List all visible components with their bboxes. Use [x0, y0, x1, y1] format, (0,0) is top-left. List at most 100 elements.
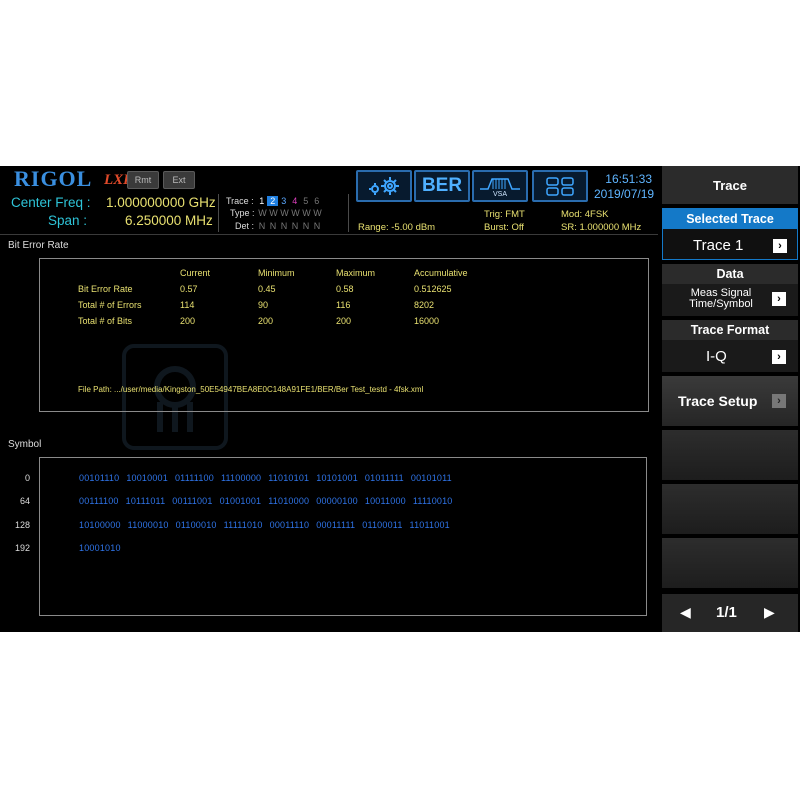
symbol-group: 01100010 [175, 520, 217, 530]
col-accumulative: Accumulative [414, 268, 468, 278]
symbol-group: 11100000 [220, 473, 262, 483]
trace-setup-softkey[interactable]: Trace Setup › [662, 376, 798, 426]
symbol-row: 00111100 10111011 00111001 01001001 11010000… [79, 496, 460, 506]
type-label: Type : [230, 208, 255, 218]
selected-trace-label: Selected Trace [663, 209, 797, 229]
page-nav: ◀ 1/1 ▶ [662, 594, 798, 632]
symbol-group: 00000100 [316, 496, 358, 506]
trace-6[interactable]: 6 [311, 196, 322, 206]
symbol-row: 10001010 [79, 543, 128, 553]
center-freq-label: Center Freq : [11, 195, 91, 210]
empty-softkey[interactable] [662, 484, 798, 534]
vsa-label: VSA [492, 190, 507, 198]
menu-title-label: Trace [713, 177, 747, 193]
trace-label: Trace : [226, 196, 254, 206]
vsa-mode-button[interactable]: VSA [472, 170, 528, 202]
type-row: Type : WWWWWW [230, 208, 323, 218]
header-bottom-line [0, 234, 658, 235]
clock-time: 16:51:33 [605, 172, 652, 186]
det-value: N [258, 221, 266, 231]
table-cell: 16000 [414, 316, 440, 326]
selected-trace-softkey[interactable]: Selected Trace Trace 1 › [662, 208, 798, 260]
range-readout: Range: -5.00 dBm [358, 222, 436, 233]
chevron-right-icon[interactable]: ▶ [764, 604, 775, 621]
symbol-address: 128 [14, 520, 30, 530]
lxi-logo: LXI [104, 172, 130, 188]
trace-setup-label: Trace Setup [678, 393, 758, 409]
row-label: Total # of Bits [78, 316, 133, 326]
symbol-group: 01011111 [364, 473, 404, 483]
symbol-address: 64 [19, 496, 30, 506]
symbol-group: 00111001 [172, 496, 213, 506]
symbol-group: 10111011 [125, 496, 166, 506]
layout-button[interactable] [532, 170, 588, 202]
symbol-group: 10101001 [316, 473, 358, 483]
symbol-group: 01100011 [362, 520, 403, 530]
trace-1[interactable]: 1 [256, 196, 267, 206]
symbol-panel-title: Symbol [8, 439, 42, 450]
chevron-right-icon: › [772, 292, 786, 306]
symbol-row: 00101110 10010001 01111100 11100000 11010101… [79, 473, 459, 483]
gear-icon [369, 177, 399, 195]
col-minimum: Minimum [258, 268, 295, 278]
symbol-group: 11111010 [223, 520, 263, 530]
symbol-group: 11011001 [409, 520, 450, 530]
analyzer-screen: RIGOL LXI Rmt Ext Center Freq : 1.000000… [0, 166, 800, 632]
file-path: File Path: .../user/media/Kingston_50E54… [78, 385, 424, 394]
col-maximum: Maximum [336, 268, 376, 278]
settings-button[interactable] [356, 170, 412, 202]
trigger-readout: Trig: FMT [484, 209, 525, 220]
selected-trace-value: Trace 1 [693, 237, 744, 254]
burst-readout: Burst: Off [484, 222, 524, 233]
trace-5[interactable]: 5 [300, 196, 311, 206]
empty-softkey[interactable] [662, 430, 798, 480]
det-value: N [269, 221, 277, 231]
symbol-group: 00111100 [79, 496, 119, 506]
type-value: W [313, 208, 322, 218]
ber-mode-button[interactable]: BER [414, 170, 470, 202]
symbol-row: 10100000 11000010 01100010 11111010 00011110… [79, 520, 457, 530]
det-value: N [291, 221, 299, 231]
trace-4[interactable]: 4 [289, 196, 300, 206]
type-value: W [291, 208, 300, 218]
symbol-group: 10001010 [79, 543, 121, 553]
symbol-group: 00101011 [410, 473, 452, 483]
data-softkey[interactable]: Data Meas Signal Time/Symbol › [662, 264, 798, 316]
chevron-right-icon: › [772, 350, 786, 364]
table-cell: 0.58 [336, 284, 354, 294]
symbol-rate-readout: SR: 1.000000 MHz [561, 222, 642, 233]
symbol-group: 00101110 [79, 473, 120, 483]
symbol-group: 00011111 [316, 520, 356, 530]
type-value: W [258, 208, 267, 218]
header-divider [348, 194, 349, 232]
det-value: N [280, 221, 288, 231]
ber-label: BER [421, 175, 463, 196]
det-row: Det : NNNNNN [235, 221, 323, 231]
row-label: Bit Error Rate [78, 284, 133, 294]
trace-format-softkey[interactable]: Trace Format I-Q › [662, 320, 798, 372]
symbol-group: 10010001 [126, 473, 168, 483]
table-cell: 0.512625 [414, 284, 452, 294]
table-cell: 8202 [414, 300, 435, 310]
clock-date: 2019/07/19 [594, 187, 655, 201]
table-cell: 116 [336, 300, 351, 310]
ber-panel-title: Bit Error Rate [8, 240, 69, 251]
trace-3[interactable]: 3 [278, 196, 289, 206]
table-cell: 90 [258, 300, 269, 310]
row-label: Total # of Errors [78, 300, 142, 310]
det-value: N [313, 221, 321, 231]
table-cell: 114 [180, 300, 195, 310]
center-freq-value[interactable]: 1.000000000 GHz [106, 195, 216, 210]
trace-2[interactable]: 2 [267, 196, 279, 206]
symbol-group: 11010000 [268, 496, 310, 506]
col-current: Current [180, 268, 211, 278]
type-value: W [302, 208, 311, 218]
symbol-group: 11000010 [127, 520, 169, 530]
modulation-readout: Mod: 4FSK [561, 209, 609, 220]
chevron-left-icon[interactable]: ◀ [680, 604, 691, 621]
empty-softkey[interactable] [662, 538, 798, 588]
chevron-right-icon: › [772, 394, 786, 408]
span-value[interactable]: 6.250000 MHz [125, 213, 213, 228]
det-value: N [302, 221, 310, 231]
symbol-group: 01001001 [219, 496, 262, 506]
